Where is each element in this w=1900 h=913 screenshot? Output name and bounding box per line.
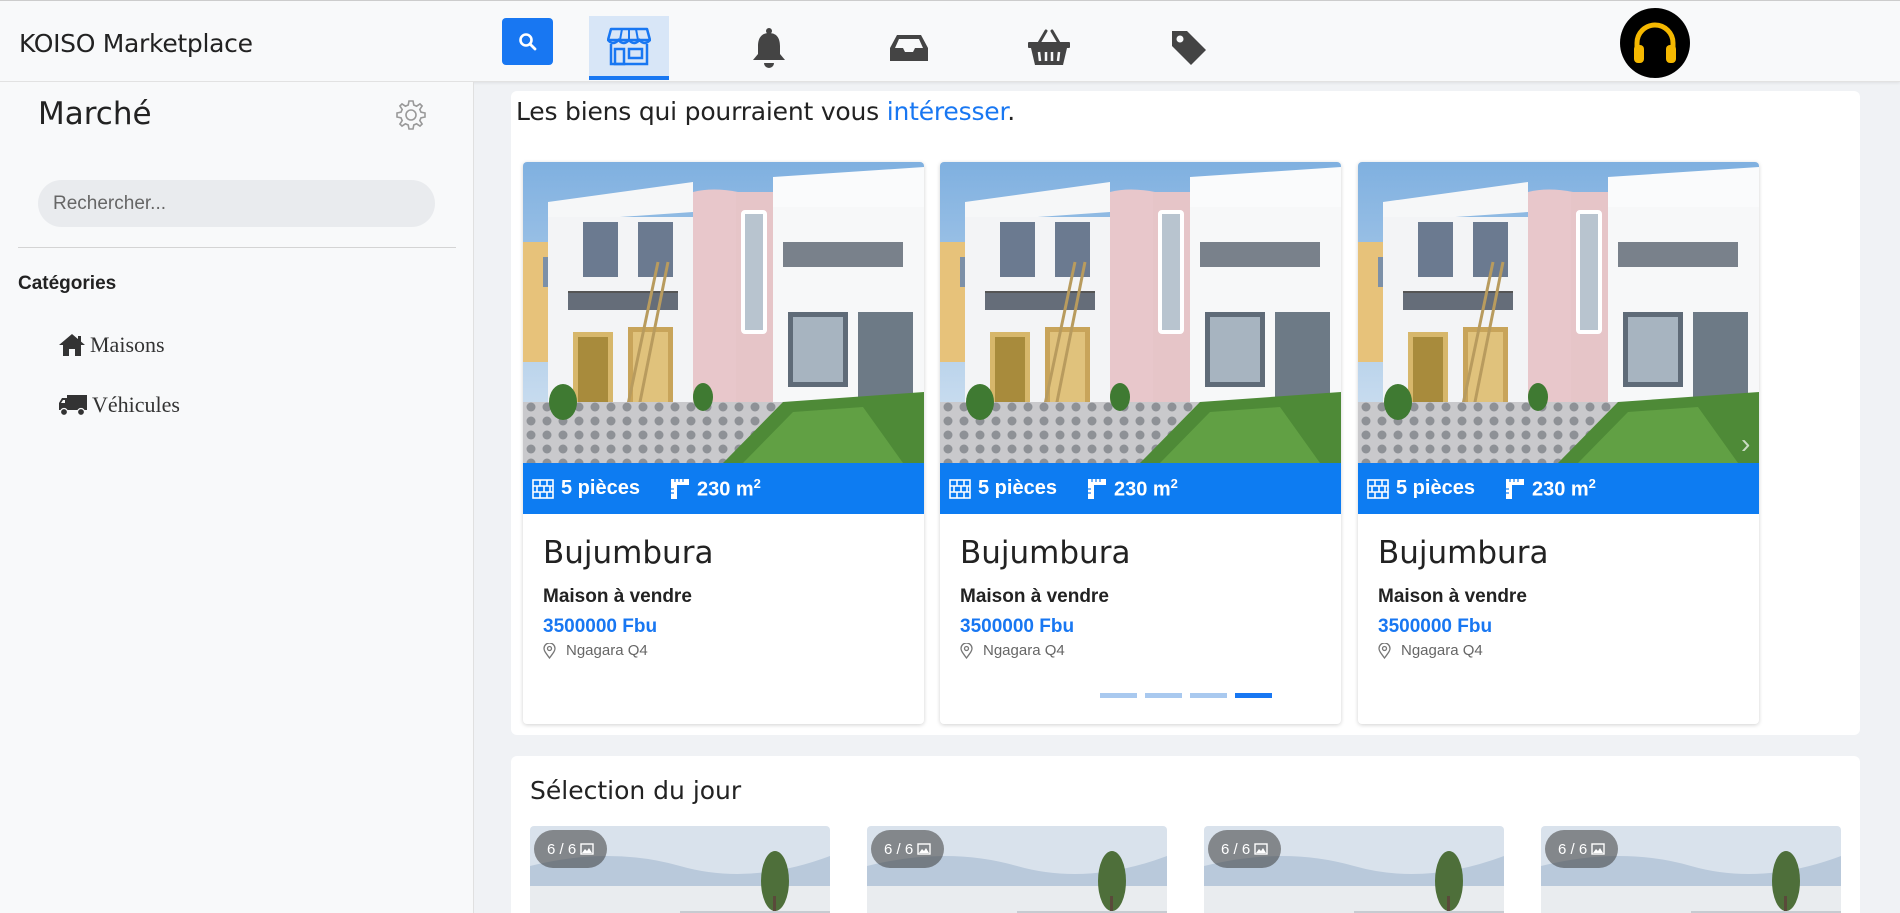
truck-icon bbox=[59, 395, 87, 417]
sidebar-search-input[interactable] bbox=[38, 180, 435, 227]
image-icon bbox=[917, 843, 931, 855]
area-value: 230 m2 bbox=[1531, 475, 1596, 501]
recommendations-heading: Les biens qui pourraient vous intéresser… bbox=[516, 97, 1015, 126]
shopping-basket-icon bbox=[1028, 29, 1070, 65]
bell-icon bbox=[753, 28, 785, 68]
ruler-area-icon bbox=[1087, 478, 1106, 499]
property-price: 3500000 Fbu bbox=[543, 616, 658, 637]
property-location: Ngagara Q4 bbox=[1378, 642, 1483, 659]
property-price: 3500000 Fbu bbox=[1378, 616, 1493, 637]
carousel-next-button[interactable]: › bbox=[1741, 428, 1750, 460]
image-icon bbox=[1591, 843, 1605, 855]
carousel-dot[interactable] bbox=[1100, 693, 1137, 698]
categories-title: Catégories bbox=[18, 273, 117, 294]
property-type: Maison à vendre bbox=[1378, 586, 1527, 607]
property-info-bar: 5 pièces 230 m2 bbox=[1358, 463, 1759, 514]
area-value: 230 m2 bbox=[696, 475, 761, 501]
map-pin-icon bbox=[960, 642, 973, 659]
photo-count-badge: 6 / 6 bbox=[534, 830, 608, 868]
photo-count-badge: 6 / 6 bbox=[1208, 830, 1282, 868]
photo-count-badge: 6 / 6 bbox=[871, 830, 945, 868]
store-icon bbox=[607, 27, 651, 66]
rooms-count: 5 pièces bbox=[1396, 477, 1475, 499]
nav-inbox[interactable] bbox=[869, 16, 949, 80]
property-info-bar: 5 pièces 230 m2 bbox=[940, 463, 1341, 514]
property-photo bbox=[940, 162, 1341, 463]
nav-marketplace[interactable] bbox=[589, 16, 669, 80]
headphones-avatar-icon bbox=[1634, 22, 1676, 63]
carousel-dot-active[interactable] bbox=[1235, 693, 1272, 698]
sidebar-title: Marché bbox=[38, 96, 152, 132]
location-text: Ngagara Q4 bbox=[566, 642, 648, 659]
property-price: 3500000 Fbu bbox=[960, 616, 1075, 637]
image-icon bbox=[580, 843, 594, 855]
property-photo bbox=[523, 162, 924, 463]
brick-wall-icon bbox=[949, 478, 971, 499]
property-card[interactable]: 5 pièces 230 m2 Bujumbura Maison à vendr… bbox=[1358, 162, 1759, 724]
property-location: Ngagara Q4 bbox=[960, 642, 1065, 659]
brick-wall-icon bbox=[532, 478, 554, 499]
property-info-bar: 5 pièces 230 m2 bbox=[523, 463, 924, 514]
heading-suffix: . bbox=[1007, 97, 1015, 126]
category-label: Maisons bbox=[90, 332, 165, 357]
daily-selection-panel: Sélection du jour 6 / 6 6 / 6 6 / 6 6 / … bbox=[511, 756, 1860, 913]
brick-wall-icon bbox=[1367, 478, 1389, 499]
property-location: Ngagara Q4 bbox=[543, 642, 648, 659]
image-icon bbox=[1254, 843, 1268, 855]
property-card[interactable]: 5 pièces 230 m2 Bujumbura Maison à vendr… bbox=[940, 162, 1341, 724]
category-label: Véhicules bbox=[92, 392, 180, 417]
map-pin-icon bbox=[543, 642, 556, 659]
daily-selection-title: Sélection du jour bbox=[530, 776, 742, 805]
user-avatar[interactable] bbox=[1620, 8, 1690, 78]
area-value: 230 m2 bbox=[1113, 475, 1178, 501]
tag-icon bbox=[1172, 31, 1206, 65]
brand-name[interactable]: KOISO Marketplace bbox=[19, 29, 253, 58]
rooms-count: 5 pièces bbox=[978, 477, 1057, 499]
recommendations-panel: Les biens qui pourraient vous intéresser… bbox=[511, 91, 1860, 735]
heading-text: Les biens qui pourraient vous bbox=[516, 97, 887, 126]
carousel-indicators bbox=[1100, 693, 1272, 698]
home-icon bbox=[59, 334, 85, 356]
location-text: Ngagara Q4 bbox=[983, 642, 1065, 659]
nav-tags[interactable] bbox=[1149, 16, 1229, 80]
search-button[interactable] bbox=[502, 18, 553, 65]
map-pin-icon bbox=[1378, 642, 1391, 659]
location-text: Ngagara Q4 bbox=[1401, 642, 1483, 659]
photo-count-badge: 6 / 6 bbox=[1545, 830, 1619, 868]
listing-thumbnail[interactable]: 6 / 6 bbox=[1541, 826, 1841, 913]
ruler-area-icon bbox=[1505, 478, 1524, 499]
gear-icon bbox=[396, 100, 426, 130]
property-city: Bujumbura bbox=[960, 535, 1131, 571]
ruler-area-icon bbox=[670, 478, 689, 499]
property-type: Maison à vendre bbox=[543, 586, 692, 607]
sidebar: Marché Catégories Maisons Véhicules bbox=[0, 82, 474, 913]
property-photo bbox=[1358, 162, 1759, 463]
category-maisons[interactable]: Maisons bbox=[58, 332, 165, 358]
settings-button[interactable] bbox=[395, 99, 427, 136]
listing-thumbnail[interactable]: 6 / 6 bbox=[867, 826, 1167, 913]
inbox-icon bbox=[890, 35, 928, 61]
category-vehicules[interactable]: Véhicules bbox=[58, 392, 180, 418]
nav-basket[interactable] bbox=[1009, 16, 1089, 80]
top-navbar: KOISO Marketplace bbox=[0, 0, 1900, 82]
listing-thumbnail[interactable]: 6 / 6 bbox=[1204, 826, 1504, 913]
property-city: Bujumbura bbox=[543, 535, 714, 571]
sidebar-divider bbox=[18, 247, 456, 248]
property-type: Maison à vendre bbox=[960, 586, 1109, 607]
carousel-dot[interactable] bbox=[1190, 693, 1227, 698]
heading-accent: intéresser bbox=[886, 97, 1008, 126]
property-card[interactable]: 5 pièces 230 m2 Bujumbura Maison à vendr… bbox=[523, 162, 924, 724]
carousel-dot[interactable] bbox=[1145, 693, 1182, 698]
rooms-count: 5 pièces bbox=[561, 477, 640, 499]
nav-notifications[interactable] bbox=[729, 16, 809, 80]
search-icon bbox=[518, 32, 536, 50]
listing-thumbnail[interactable]: 6 / 6 bbox=[530, 826, 830, 913]
property-city: Bujumbura bbox=[1378, 535, 1549, 571]
